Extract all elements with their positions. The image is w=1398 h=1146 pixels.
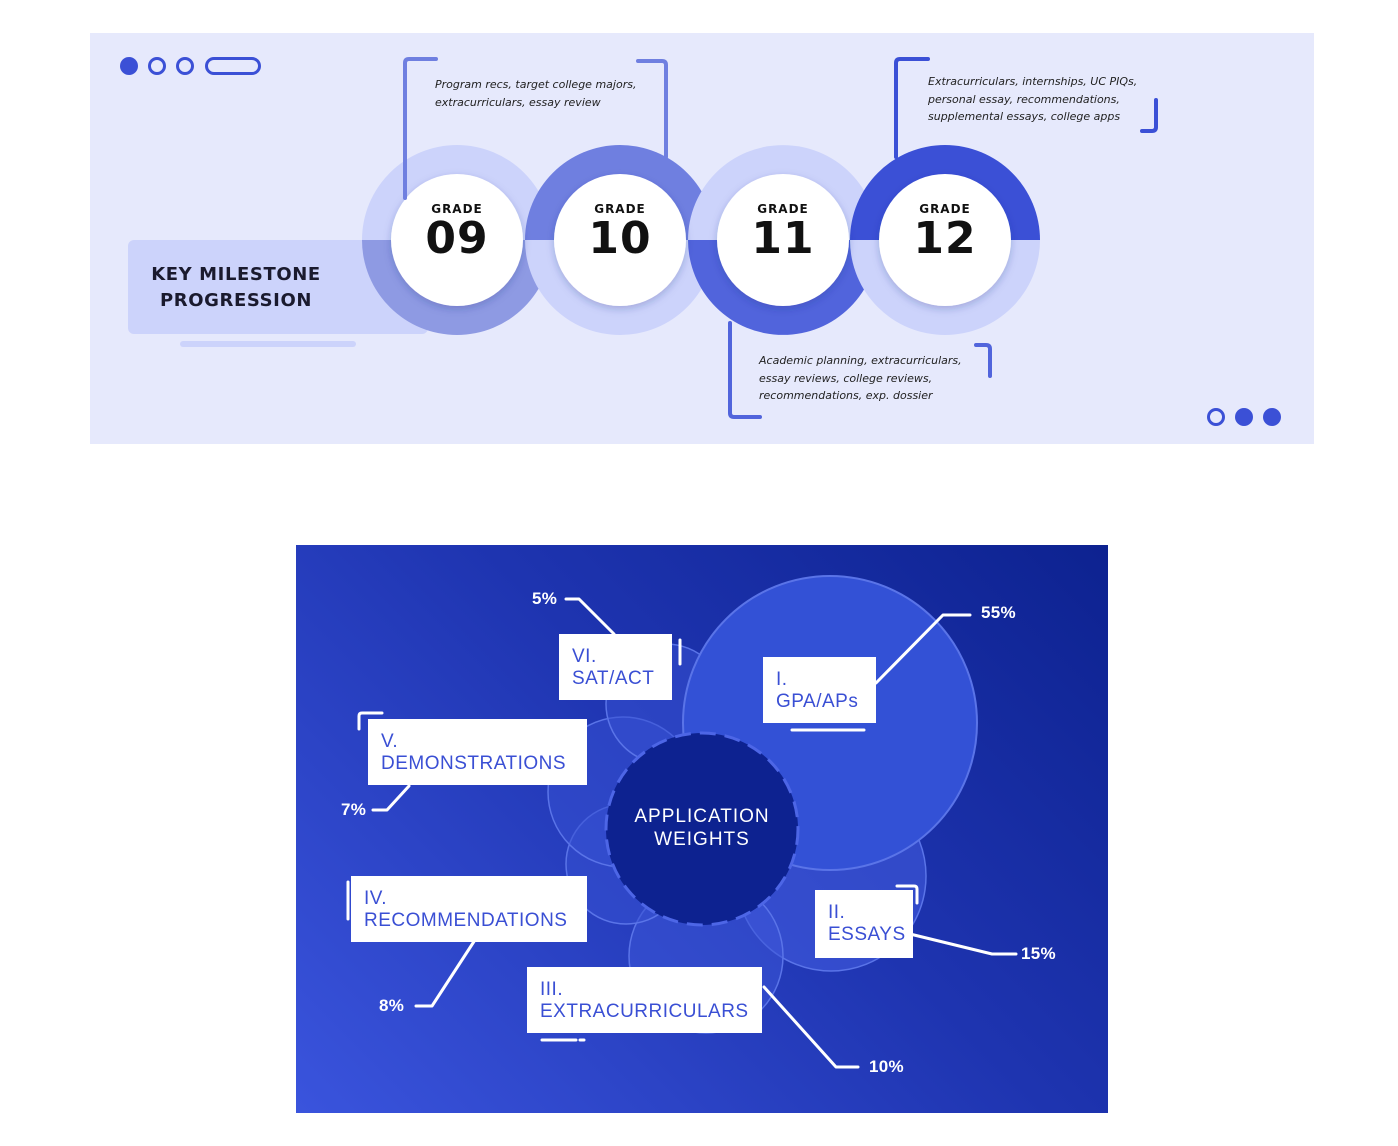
grade-11: GRADE 11 [751, 202, 815, 264]
weight-pct-extracurriculars: 10% [869, 1057, 904, 1076]
grade11-note: Academic planning, extracurriculars, ess… [759, 354, 962, 402]
grade-09: GRADE 09 [425, 202, 489, 264]
weight-box-sat-act: VI. SAT/ACT [559, 634, 672, 700]
weight-box-demonstrations: V. DEMONSTRATIONS [368, 719, 587, 785]
weight-pct-essays: 15% [1021, 944, 1056, 963]
weight-box-extracurriculars: III. EXTRACURRICULARS [527, 967, 762, 1033]
weight-pct-gpa: 55% [981, 603, 1016, 622]
weights-panel: APPLICATION WEIGHTS I. GPA/APs 55% II. E… [296, 545, 1108, 1113]
grade10-note: Program recs, target college majors, ext… [435, 78, 637, 109]
decor-dot [1263, 408, 1281, 426]
milestone-panel: KEY MILESTONE PROGRESSION GRADE 09 GRADE… [90, 33, 1314, 444]
weight-box-gpa: I. GPA/APs [763, 657, 876, 723]
decor-dot [1207, 408, 1225, 426]
weight-box-essays: II. ESSAYS [815, 890, 913, 958]
weights-center-label: APPLICATION WEIGHTS [634, 806, 770, 850]
weight-pct-sat-act: 5% [532, 589, 558, 608]
decor-dot [1235, 408, 1253, 426]
weight-box-recommendations: IV. RECOMMENDATIONS [351, 876, 587, 942]
grade12-note: Extracurriculars, internships, UC PIQs, … [928, 75, 1138, 123]
grade-10: GRADE 10 [588, 202, 652, 264]
weight-pct-recommendations: 8% [379, 996, 405, 1015]
grade-12: GRADE 12 [913, 202, 977, 264]
weight-pct-demonstrations: 7% [341, 800, 367, 819]
